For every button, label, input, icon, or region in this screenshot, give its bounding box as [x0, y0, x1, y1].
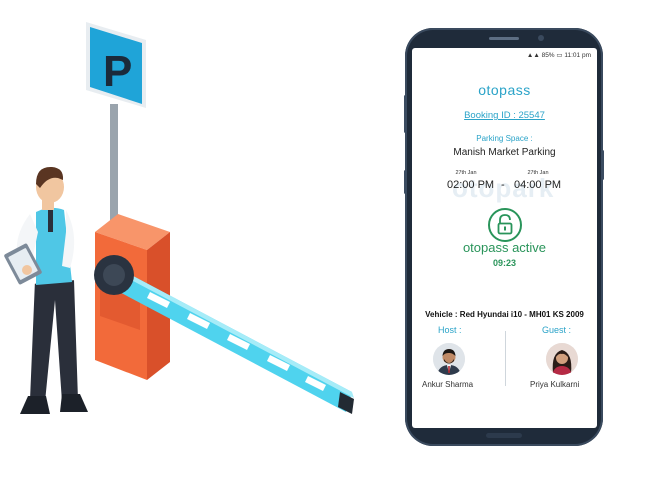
- countdown-timer: 09:23: [492, 258, 517, 268]
- app-brand: otopass: [478, 82, 531, 98]
- guest-avatar[interactable]: [546, 343, 578, 375]
- parking-sign: P: [86, 22, 146, 108]
- sign-pole: [110, 104, 118, 229]
- power-button[interactable]: [601, 150, 604, 180]
- otopass-status: otopass active: [462, 240, 547, 255]
- end-date: 27th Jan: [527, 170, 549, 176]
- parking-sign-letter: P: [103, 47, 132, 96]
- booking-id-link[interactable]: Booking ID : 25547: [412, 110, 597, 121]
- host-name: Ankur Sharma: [422, 380, 474, 389]
- host-guest-divider: [505, 331, 506, 386]
- side-button[interactable]: [404, 170, 407, 194]
- start-date: 27th Jan: [455, 170, 477, 176]
- clock: 11:01 pm: [564, 52, 591, 59]
- parking-attendant: [4, 166, 88, 414]
- vehicle-info: Vehicle : Red Hyundai i10 - MH01 KS 2009: [425, 310, 584, 319]
- host-avatar[interactable]: [433, 343, 465, 375]
- volume-button[interactable]: [404, 95, 407, 133]
- guest-label: Guest :: [542, 325, 572, 335]
- time-separator: -: [501, 179, 505, 191]
- unlock-icon[interactable]: [488, 208, 522, 242]
- end-time: 04:00 PM: [514, 179, 562, 191]
- battery-icon: ▭: [556, 52, 563, 59]
- phone-screen: ▲▲ 85% ▭ 11:01 pm otopass Booking ID : 2…: [412, 48, 597, 428]
- start-time: 02:00 PM: [447, 179, 495, 191]
- battery-percent: 85%: [541, 52, 555, 59]
- boom-pivot: [94, 255, 134, 295]
- host-label: Host :: [438, 325, 462, 335]
- earpiece-speaker: [489, 37, 519, 40]
- parking-space-name: Manish Market Parking: [453, 147, 556, 158]
- status-bar: ▲▲ 85% ▭ 11:01 pm: [527, 51, 591, 59]
- signal-icon: ▲▲: [526, 52, 540, 59]
- guest-name: Priya Kulkarni: [530, 380, 580, 389]
- home-indicator[interactable]: [486, 433, 522, 438]
- front-camera: [538, 35, 544, 41]
- parking-space-label: Parking Space :: [476, 134, 533, 143]
